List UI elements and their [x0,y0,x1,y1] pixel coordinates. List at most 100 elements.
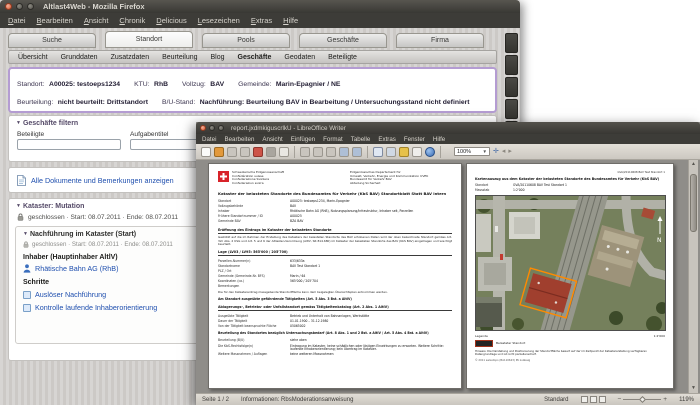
field-row: Bemerkungen [218,284,240,289]
zoom-in-icon[interactable]: + [663,396,667,403]
lock-icon [17,213,24,221]
table-icon[interactable] [373,146,383,157]
view-layout-icons[interactable] [580,396,606,403]
menu-item[interactable]: Chronik [119,16,145,25]
menu-item[interactable]: Ansicht [262,136,282,143]
sub-nav-item[interactable]: Beurteilung [162,54,197,61]
map-title: Kartenauszug aus dem Kataster der belast… [475,177,660,181]
menu-item[interactable]: Bearbeiten [37,16,73,25]
zoom-in-icon[interactable]: ✛ [493,147,499,157]
menu-item[interactable]: Lesezeichen [198,16,240,25]
writer-toolbar: 100% ▼ ✛ ◂ ▸ [196,144,700,160]
scrollbar[interactable]: ▲ ▼ [688,160,698,393]
find-icon[interactable] [412,146,422,157]
export-pdf-icon[interactable] [253,146,263,157]
page-style: Standard [544,396,569,403]
forward-arrow-icon[interactable]: ▸ [508,147,512,157]
field-row: Ausgeübte Tätigkeit Betrieb und Unterhalt… [218,313,370,318]
zoom-out-icon[interactable]: − [618,396,622,403]
sub-nav-item[interactable]: Übersicht [18,54,48,61]
menu-item[interactable]: Datei [202,136,216,143]
copy-icon[interactable] [313,146,323,157]
navigator-icon[interactable] [425,146,435,157]
menu-item[interactable]: Hilfe [433,136,445,143]
info-pair: Standort: A00025: testoeps1234 [17,81,121,88]
close-button[interactable] [5,3,12,10]
zoom-percentage: 119% [679,396,694,403]
document-page-2: GVA/20110608 BAV Test Standort 1 Kartena… [466,163,674,389]
paste-icon[interactable] [326,146,336,157]
report-title: Kataster der belasteten Standorte des Bu… [218,190,447,196]
sub-nav-item[interactable]: Grunddaten [61,54,98,61]
menu-item[interactable]: Extras [251,16,272,25]
maximize-button[interactable] [218,125,224,131]
info-pair: Gemeinde: Marin-Epagnier / NE [238,81,341,88]
new-document-icon[interactable] [201,146,211,157]
field-row: Gemeinde (Gemeinde-Nr. BFS) Marin / 64 [218,274,306,279]
close-button[interactable] [200,125,206,131]
field-row: Massstab 1:2'000 [475,187,525,192]
minimize-button[interactable] [209,125,215,131]
minimize-button[interactable] [16,3,23,10]
inhaber-link[interactable]: Rhätische Bahn AG (RhB) [35,264,119,273]
open-folder-icon[interactable] [214,146,224,157]
menu-item[interactable]: Delicious [156,16,186,25]
menu-item[interactable]: Fenster [404,136,425,143]
aufgabentitel-label: Aufgabentitel [130,131,169,138]
print-icon[interactable] [266,146,276,157]
scrollbar-thumb[interactable] [690,174,697,232]
scroll-up-icon[interactable]: ▲ [689,160,698,169]
browser-page-tab[interactable]: Geschäfte [299,33,387,48]
menu-item[interactable]: Bearbeiten [224,136,254,143]
fields-lage: Parzellen-Nummer(n) 633/633a Standortname B… [218,258,452,289]
person-icon [23,264,31,273]
save-icon[interactable] [227,146,237,157]
menu-item[interactable]: Tabelle [351,136,371,143]
bold-heading: Am Standort ausgeübte gefährdende Tätigk… [218,296,352,301]
document-area: Schweizerische Eidgenossenschaft Confédé… [196,160,700,393]
schritt-link[interactable]: Kontrolle laufende Inhaberorientierung [35,303,157,312]
back-arrow-icon[interactable]: ◂ [502,147,506,157]
toolbar-icon-group [201,145,443,158]
hyperlink-icon[interactable] [386,146,396,157]
toolbar-separator [367,145,368,158]
sub-nav-item[interactable]: Geschäfte [238,54,272,61]
menu-item[interactable]: Ansicht [84,16,109,25]
field-row: Parzellen-Nummer(n) 633/633a [218,258,305,263]
aerial-photo-map: N [475,195,666,332]
sub-nav-item[interactable]: Blog [211,54,225,61]
toolbar-separator [440,145,441,158]
nachfuehrung-status: geschlossen · Start: 08.07.2011 · Ende: … [32,241,173,248]
browser-page-tab[interactable]: Suche [8,33,96,48]
section-title: Eröffnung des Eintrags im Kataster der b… [218,228,452,234]
scroll-down-icon[interactable]: ▼ [689,384,698,393]
field-row: Frühere Standortnummer / ID A00025 [218,214,302,219]
desktop: Altlast4Web - Mozilla Firefox Datei Bearb… [0,0,700,405]
browser-page-tab[interactable]: Pools [202,33,290,48]
schritt-link[interactable]: Auslöser Nachführung [35,290,106,299]
menu-item[interactable]: Datei [8,16,26,25]
browser-page-tab[interactable]: Firma [396,33,484,48]
undo-icon[interactable] [339,146,349,157]
redo-icon[interactable] [352,146,362,157]
menu-item[interactable]: Extras [378,136,396,143]
sub-nav-item[interactable]: Beteiligte [328,54,357,61]
cut-icon[interactable] [300,146,310,157]
sub-nav-item[interactable]: Zusatzdaten [111,54,150,61]
zoom-slider-knob[interactable] [639,395,647,403]
print-preview-icon[interactable] [279,146,289,157]
email-icon[interactable] [240,146,250,157]
maximize-button[interactable] [27,3,34,10]
beteiligte-input[interactable] [17,139,121,150]
menu-item[interactable]: Hilfe [283,16,298,25]
page2-reference: GVA/20110608 BAV Test Standort 1 [617,170,665,174]
show-all-documents-link[interactable]: Alle Dokumente und Bemerkungen anzeigen [31,176,174,185]
gallery-icon[interactable] [399,146,409,157]
browser-page-tab[interactable]: Standort [105,31,193,48]
menu-item[interactable]: Einfügen [291,136,315,143]
menu-item[interactable]: Format [323,136,343,143]
zoom-slider[interactable]: − + [618,395,667,403]
zoom-combo[interactable]: 100% ▼ [454,147,490,156]
sub-nav-item[interactable]: Geodaten [284,54,315,61]
field-row: Dauer der Tätigkeit 01.01.1900 – 31.12.19… [218,318,329,323]
